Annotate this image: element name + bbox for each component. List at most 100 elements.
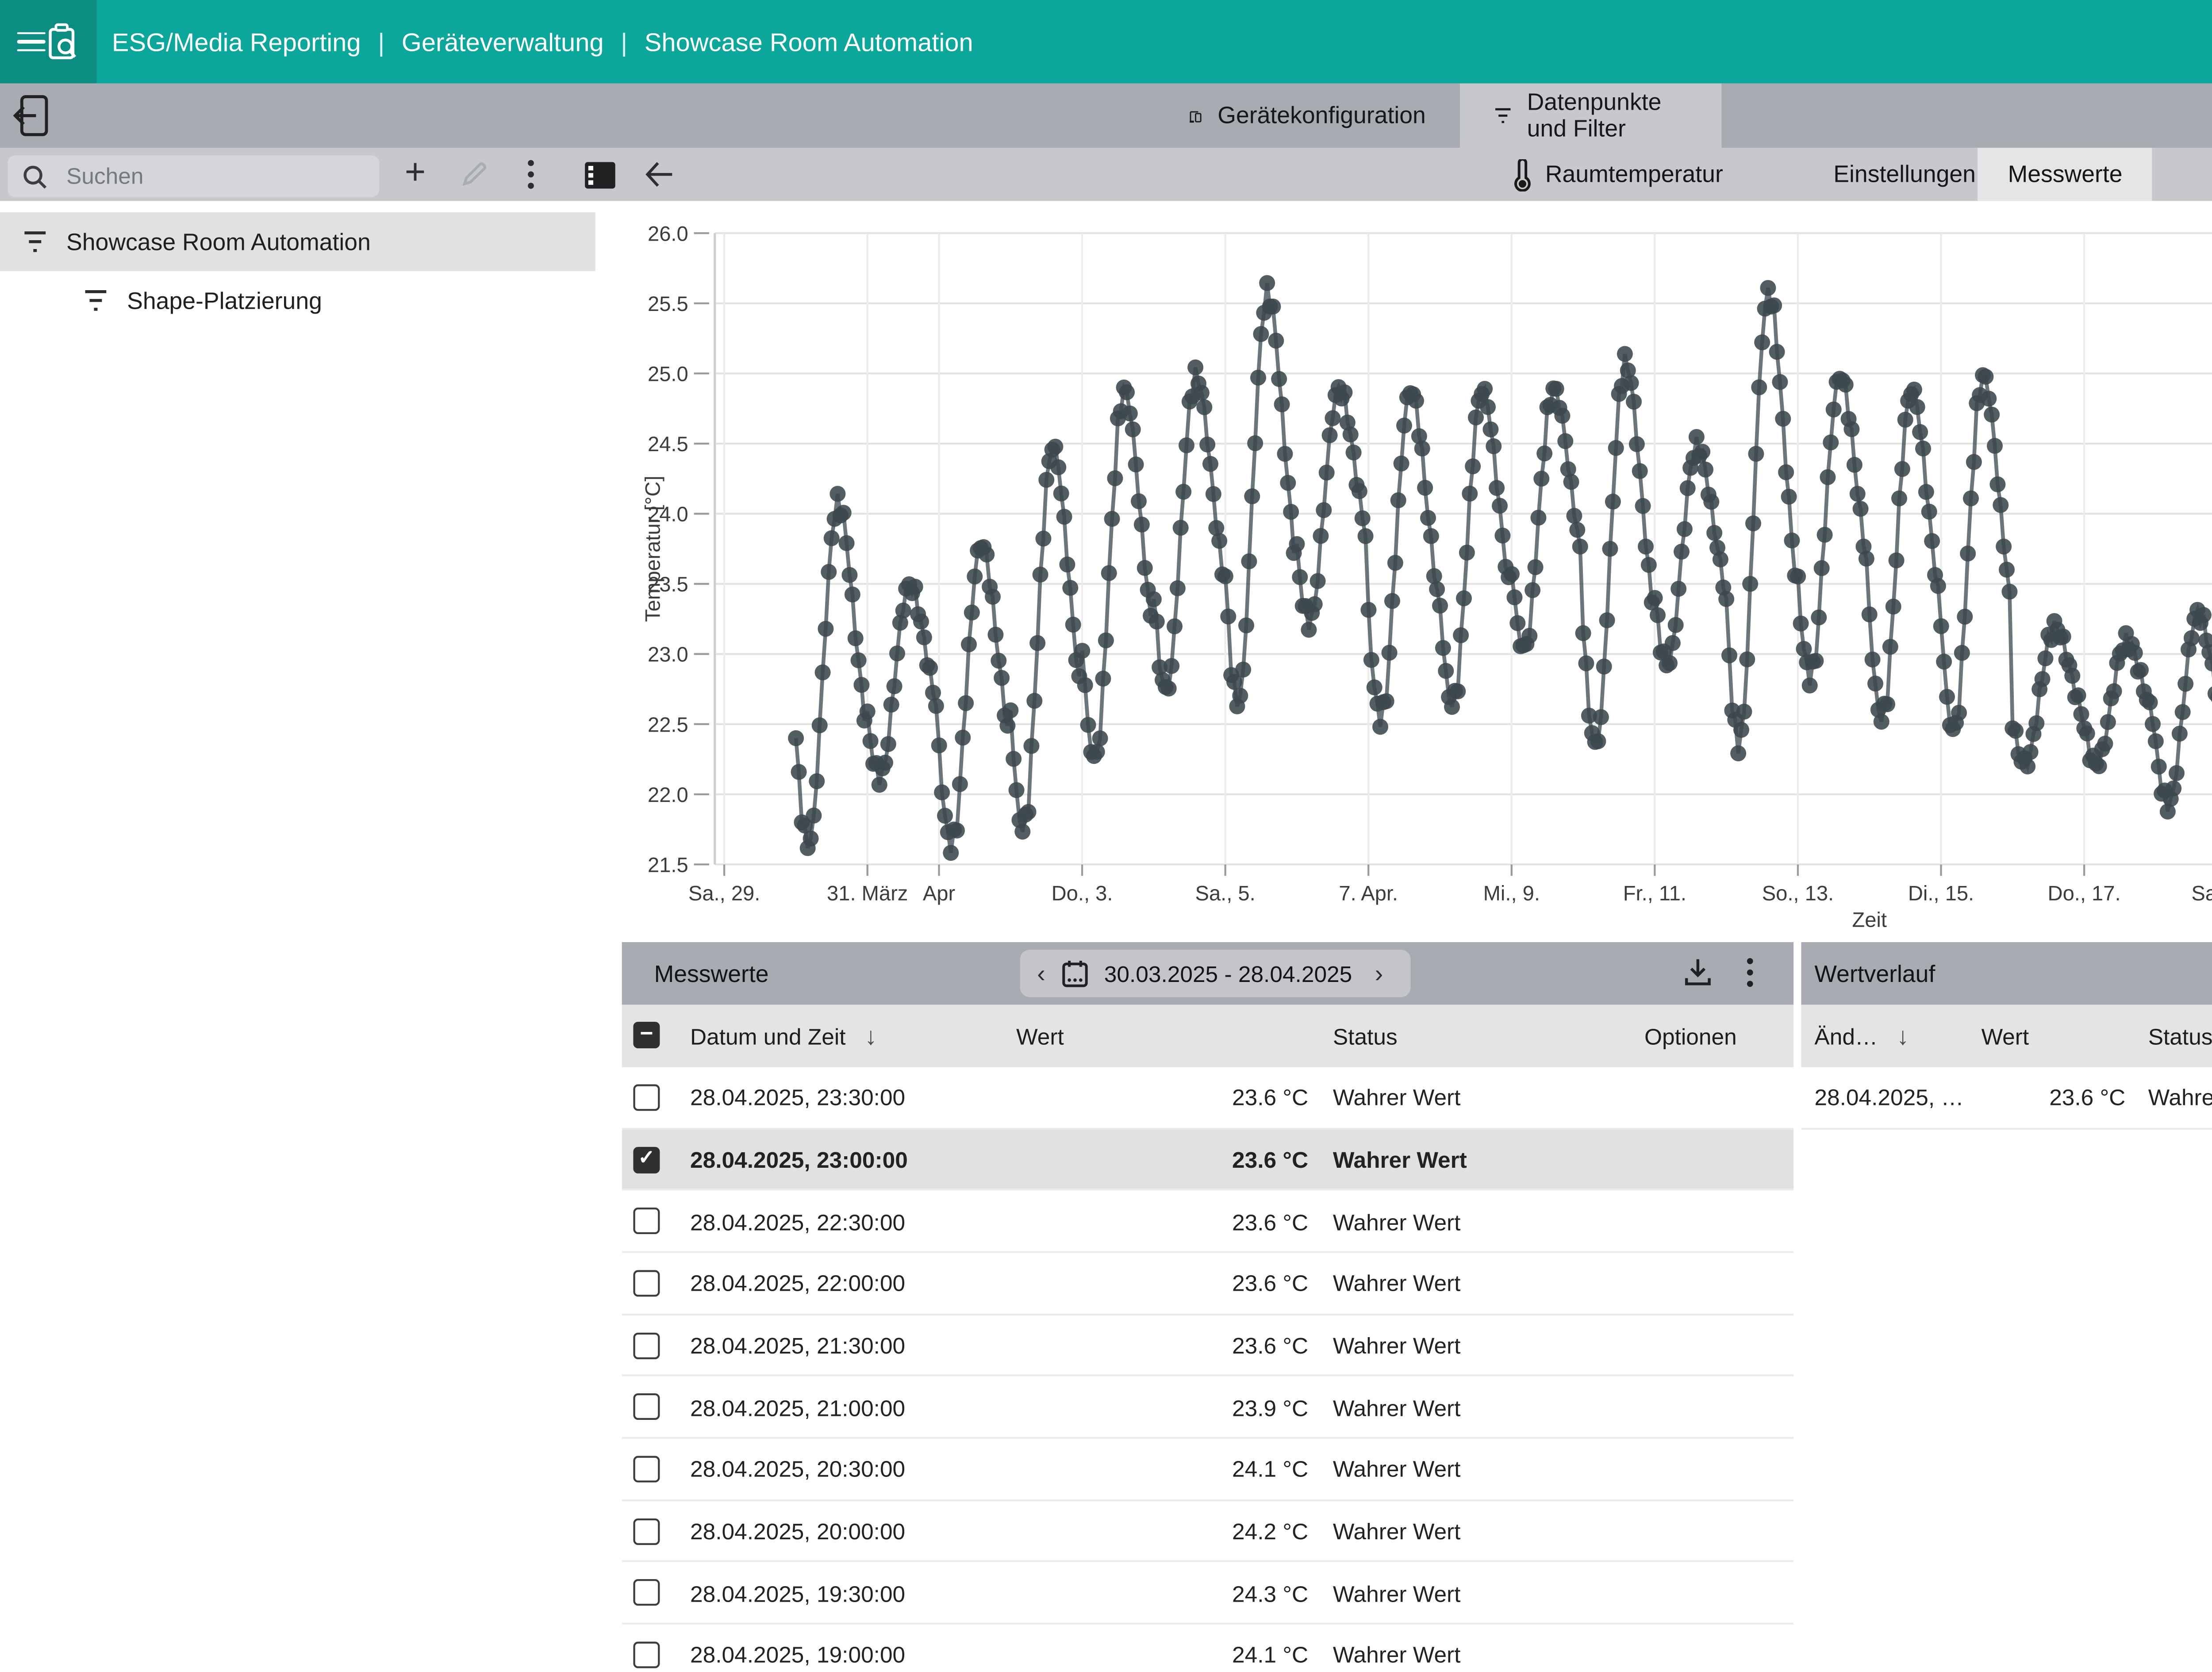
download-icon[interactable] xyxy=(1684,957,1712,997)
row-checkbox[interactable] xyxy=(633,1394,660,1420)
cell-datetime: 28.04.2025, 19:30:00 xyxy=(690,1562,1013,1624)
screen: ESG/Media Reporting | Geräteverwaltung |… xyxy=(0,0,2212,1672)
tab-einstellungen[interactable]: Einstellungen xyxy=(1803,148,2006,201)
svg-text:Apr: Apr xyxy=(923,882,955,905)
breadcrumb: ESG/Media Reporting | Geräteverwaltung |… xyxy=(112,0,973,84)
tab-label: Einstellungen xyxy=(1833,161,1976,188)
column-datum-und-zeit[interactable]: Datum und Zeit↓ xyxy=(690,1005,877,1067)
messwerte-row[interactable]: 28.04.2025, 19:30:00 24.3 °C Wahrer Wert xyxy=(622,1562,1794,1624)
row-checkbox[interactable] xyxy=(633,1208,660,1235)
row-checkbox[interactable] xyxy=(633,1580,660,1606)
row-checkbox[interactable] xyxy=(633,1270,660,1296)
cell-value: 23.6 °C xyxy=(1096,1315,1308,1377)
svg-text:25.0: 25.0 xyxy=(648,362,688,385)
tree-item-shape-platzierung[interactable]: Shape-Platzierung xyxy=(0,271,595,330)
cell-datetime: 28.04.2025, 19:00:00 xyxy=(690,1624,1013,1672)
cell-value: 24.2 °C xyxy=(1096,1500,1308,1562)
wertverlauf-panel-header: Wertverlauf xyxy=(1801,942,2212,1005)
cell-status: Wahrer Wert xyxy=(2148,1067,2212,1129)
tab-label: Gerätekonfiguration xyxy=(1217,102,1426,129)
row-checkbox[interactable] xyxy=(633,1641,660,1668)
cell-status: Wahrer Wert xyxy=(1333,1191,1617,1253)
wertverlauf-row[interactable]: 28.04.2025, …23.6 °CWahrer WertGerätUrsp… xyxy=(1801,1067,2212,1129)
cell-datetime: 28.04.2025, 21:30:00 xyxy=(690,1315,1013,1377)
sort-desc-icon[interactable]: ↓ xyxy=(864,1022,877,1050)
messwerte-row[interactable]: 28.04.2025, 20:00:0024.2 °CWahrer Wert xyxy=(622,1500,1794,1562)
cell-value: 24.1 °C xyxy=(1096,1624,1308,1672)
temperature-chart[interactable]: 21.522.022.523.023.524.024.525.025.526.0… xyxy=(622,201,2212,942)
row-checkbox[interactable] xyxy=(633,1456,660,1482)
cell-value: 24.3 °C xyxy=(1096,1562,1308,1624)
edit-pencil-icon[interactable] xyxy=(451,148,497,201)
svg-text:Di., 15.: Di., 15. xyxy=(1908,882,1974,905)
collapse-panel-icon[interactable] xyxy=(13,95,49,146)
filter-icon xyxy=(1494,102,1512,129)
messwerte-row[interactable]: 28.04.2025, 22:30:0023.6 °CWahrer Wert xyxy=(622,1191,1794,1253)
add-button[interactable]: + xyxy=(392,148,438,201)
column-wert[interactable]: Wert xyxy=(1016,1005,1064,1067)
table-options-kebab-icon[interactable] xyxy=(1746,957,1754,997)
svg-text:So., 13.: So., 13. xyxy=(1762,882,1834,905)
datapoint-name: Raumtemperatur xyxy=(1545,161,1723,188)
svg-text:Fr., 11.: Fr., 11. xyxy=(1623,882,1686,905)
next-range-chevron-icon[interactable]: › xyxy=(1375,959,1383,988)
breadcrumb-section[interactable]: Geräteverwaltung xyxy=(402,27,604,56)
svg-text:26.0: 26.0 xyxy=(648,222,688,245)
row-checkbox[interactable] xyxy=(633,1518,660,1544)
column-optionen: Optionen xyxy=(1627,1005,1737,1067)
breadcrumb-separator: | xyxy=(621,27,627,56)
prev-range-chevron-icon[interactable]: ‹ xyxy=(1037,959,1045,988)
select-all-checkbox[interactable]: − xyxy=(633,1022,660,1048)
tree-item-label: Showcase Room Automation xyxy=(66,228,371,255)
messwerte-row[interactable]: ✓28.04.2025, 23:00:0023.6 °CWahrer Wert xyxy=(622,1129,1794,1191)
cell-status: Wahrer Wert xyxy=(1333,1624,1617,1672)
tree-item-showcase-room-automation[interactable]: Showcase Room Automation xyxy=(0,212,595,271)
search-box[interactable] xyxy=(8,155,379,197)
cell-datetime: 28.04.2025, 22:00:00 xyxy=(690,1253,1013,1315)
cell-datetime: 28.04.2025, 22:30:00 xyxy=(690,1191,1013,1253)
tab-messwerte[interactable]: Messwerte xyxy=(1978,148,2153,201)
messwerte-row[interactable]: 28.04.2025, 20:30:0024.1 °CWahrer Wert xyxy=(622,1438,1794,1500)
cell-datetime: 28.04.2025, 20:30:00 xyxy=(690,1438,1013,1500)
more-options-kebab-icon[interactable] xyxy=(512,148,550,201)
row-checkbox[interactable] xyxy=(633,1332,660,1358)
messwerte-row[interactable]: 28.04.2025, 21:30:00 23.6 °C Wahrer Wert xyxy=(622,1315,1794,1377)
cell-status: Wahrer Wert xyxy=(1333,1562,1617,1624)
device-search-icon[interactable] xyxy=(47,23,80,61)
messwerte-row[interactable]: 28.04.2025, 22:00:0023.6 °CWahrer Wert xyxy=(622,1253,1794,1315)
cell-datetime: 28.04.2025, 23:30:00 xyxy=(690,1067,1013,1129)
thermometer-icon xyxy=(1513,158,1532,191)
messwerte-row[interactable]: 28.04.2025, 23:30:0023.6 °CWahrer Wert xyxy=(622,1067,1794,1129)
search-input[interactable] xyxy=(62,161,354,192)
column-wert[interactable]: Wert xyxy=(1982,1005,2029,1067)
sort-desc-icon[interactable]: ↓ xyxy=(1897,1022,1909,1050)
breadcrumb-app[interactable]: ESG/Media Reporting xyxy=(112,27,361,56)
cell-status: Wahrer Wert xyxy=(1333,1315,1617,1377)
tab-geraetekonfiguration[interactable]: Gerätekonfiguration xyxy=(1155,84,1460,148)
hamburger-menu-icon[interactable] xyxy=(17,31,46,52)
panel-layout-toggle-icon[interactable] xyxy=(578,148,620,201)
messwerte-table-body: 28.04.2025, 23:30:0023.6 °CWahrer Wert✓2… xyxy=(622,1067,1794,1672)
svg-text:Do., 3.: Do., 3. xyxy=(1052,882,1113,905)
back-arrow-icon[interactable] xyxy=(637,148,679,201)
cell-status: Wahrer Wert xyxy=(1333,1377,1617,1439)
svg-text:Temperatur [°C]: Temperatur [°C] xyxy=(641,476,664,622)
column-status[interactable]: Status xyxy=(1333,1005,1398,1067)
datapoint-title: Raumtemperatur xyxy=(1482,148,1753,201)
tab-label: Messwerte xyxy=(2008,161,2123,188)
date-range-picker[interactable]: ‹ 30.03.2025 - 28.04.2025 › xyxy=(1020,950,1411,997)
svg-text:7. Apr.: 7. Apr. xyxy=(1339,882,1398,905)
messwerte-panel-header: Messwerte ‹ 30.03.2025 - 28.04.2025 › xyxy=(622,942,1794,1005)
svg-text:25.5: 25.5 xyxy=(648,292,688,315)
messwerte-row[interactable]: 28.04.2025, 21:00:0023.9 °CWahrer Wert xyxy=(622,1377,1794,1439)
wertverlauf-column-header: Änd…↓ Wert Status Quelle Benutzer Kommen… xyxy=(1801,1005,2212,1067)
date-range-value: 30.03.2025 - 28.04.2025 xyxy=(1104,960,1352,987)
row-checkbox[interactable]: ✓ xyxy=(633,1146,660,1173)
row-checkbox[interactable] xyxy=(633,1084,660,1111)
tab-datenpunkte-und-filter[interactable]: Datenpunkte und Filter xyxy=(1460,84,1721,148)
messwerte-row[interactable]: 28.04.2025, 19:00:00 24.1 °C Wahrer Wert xyxy=(622,1624,1794,1672)
column-aenderung[interactable]: Änd…↓ xyxy=(1814,1005,1909,1067)
column-status[interactable]: Status xyxy=(2148,1005,2212,1067)
messwerte-column-header: − Datum und Zeit↓ Wert Status Optionen xyxy=(622,1005,1794,1067)
search-icon xyxy=(23,164,47,189)
